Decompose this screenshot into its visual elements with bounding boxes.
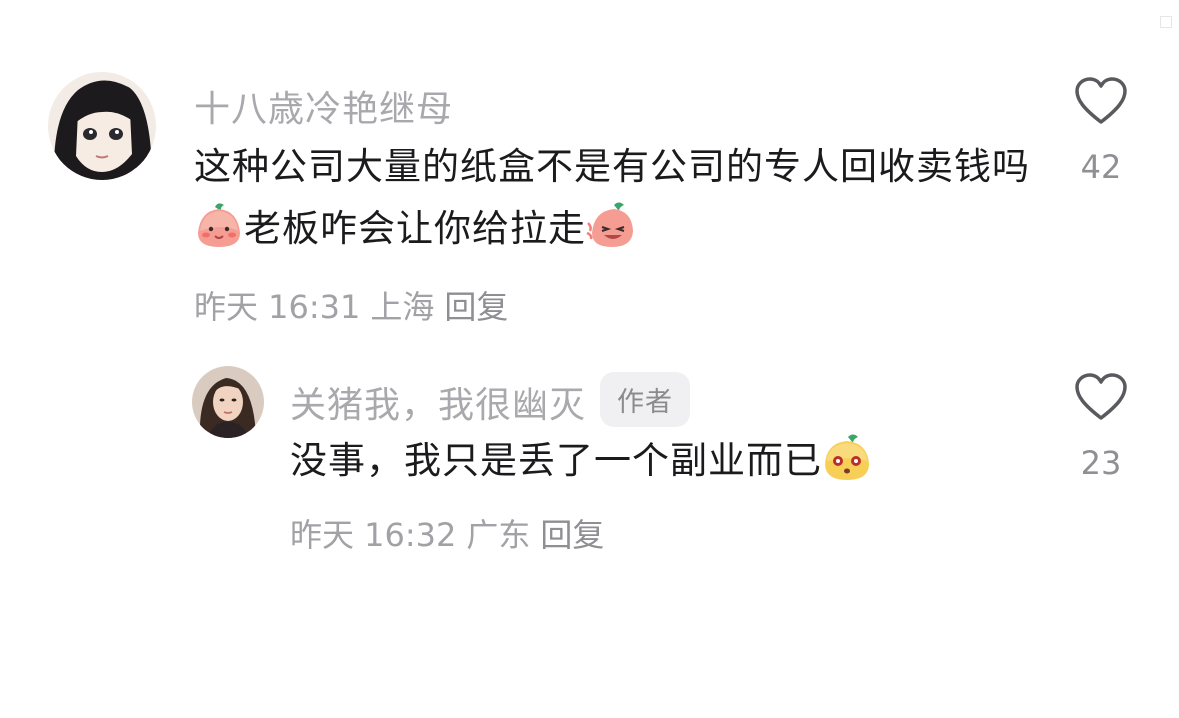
- reply-button[interactable]: 回复: [444, 288, 508, 326]
- corner-mark: [1160, 16, 1172, 28]
- comment-text-part: 老板咋会让你给拉走: [244, 207, 586, 250]
- comment-text-part: 这种公司大量的纸盒不是有公司的专人回收卖钱吗: [194, 145, 1030, 188]
- surprised-yellow-emoji: [825, 434, 869, 480]
- comment-time: 昨天 16:31: [194, 288, 361, 326]
- comment-location: 上海: [370, 288, 435, 326]
- comment-text: 没事，我只是丢了一个副业而已: [290, 430, 1030, 492]
- reply-button[interactable]: 回复: [540, 516, 604, 554]
- username[interactable]: 十八歳冷艳继母: [194, 80, 453, 132]
- avatar[interactable]: [192, 366, 264, 438]
- like-count: 23: [1080, 444, 1122, 482]
- like-count: 42: [1080, 148, 1122, 186]
- like-button[interactable]: 23: [1066, 372, 1136, 482]
- like-button[interactable]: 42: [1066, 76, 1136, 186]
- username[interactable]: 关猪我，我很幽灭 作者: [290, 372, 691, 428]
- comment-text-part: 没事，我只是丢了一个副业而已: [290, 439, 822, 482]
- username-text[interactable]: 关猪我，我很幽灭: [290, 385, 586, 426]
- heart-icon[interactable]: [1074, 76, 1128, 126]
- comment-text: 这种公司大量的纸盒不是有公司的专人回收卖钱吗 老板咋会让你给拉走: [194, 136, 1034, 260]
- smiling-radish-emoji: [198, 203, 240, 247]
- comment-meta: 昨天 16:31 上海 回复: [194, 282, 518, 328]
- author-badge: 作者: [600, 372, 691, 427]
- comment-meta: 昨天 16:32 广东 回复: [290, 510, 614, 556]
- laughing-radish-emoji: [586, 202, 633, 247]
- comment-time: 昨天 16:32: [290, 516, 457, 554]
- comment-location: 广东: [466, 516, 531, 554]
- heart-icon[interactable]: [1074, 372, 1128, 422]
- avatar[interactable]: [48, 72, 156, 180]
